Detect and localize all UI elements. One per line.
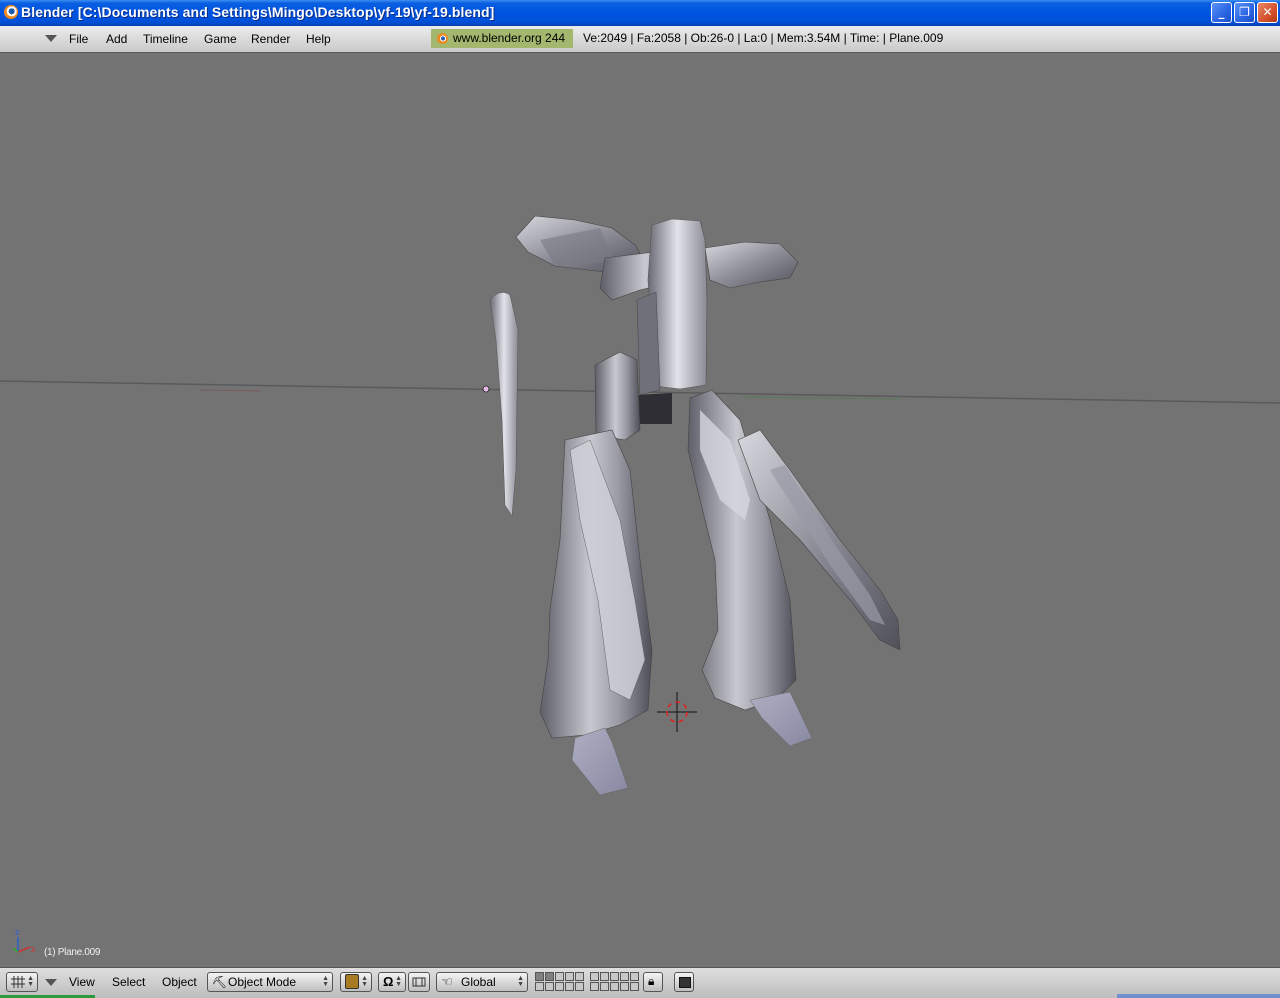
info-header: File Add Timeline Game Render Help www.b… (0, 26, 1280, 53)
restore-button[interactable]: ❐ (1234, 2, 1255, 23)
layer-13-button[interactable] (555, 982, 564, 991)
menu-timeline[interactable]: Timeline (143, 32, 188, 46)
header-collapse-icon[interactable] (45, 35, 57, 42)
layer-5-button[interactable] (575, 972, 584, 981)
layer-20-button[interactable] (630, 982, 639, 991)
header-collapse-icon-bottom[interactable] (45, 979, 57, 986)
object-mode-icon: ⛏ (212, 975, 228, 989)
axis-x-label: x (31, 944, 36, 954)
editor-type-selector[interactable]: ▲ ▼ (6, 972, 38, 992)
mode-selector[interactable]: ⛏ Object Mode ▲ ▼ (207, 972, 333, 992)
menu-game[interactable]: Game (204, 32, 237, 46)
website-label: www.blender.org 244 (453, 31, 566, 45)
layer-2-button[interactable] (545, 972, 554, 981)
layer-4-button[interactable] (565, 972, 574, 981)
window-titlebar: Blender [C:\Documents and Settings\Mingo… (0, 0, 1280, 26)
blender-logo-icon (437, 33, 448, 44)
layer-18-button[interactable] (610, 982, 619, 991)
render-preview-button[interactable] (674, 972, 694, 992)
layer-19-button[interactable] (620, 982, 629, 991)
layer-10-button[interactable] (630, 972, 639, 981)
floating-blade-mesh[interactable] (489, 292, 519, 517)
blender-website-badge[interactable]: www.blender.org 244 (431, 29, 573, 48)
draw-type-icon (345, 974, 359, 989)
layer-11-button[interactable] (535, 982, 544, 991)
menu-file[interactable]: File (69, 32, 88, 46)
layer-buttons-group-2[interactable] (590, 972, 640, 992)
scene-canvas[interactable]: z x (0, 53, 1280, 967)
layer-14-button[interactable] (565, 982, 574, 991)
restore-icon: ❐ (1239, 5, 1250, 19)
robot-mesh[interactable] (515, 215, 901, 796)
object-origin-point[interactable] (482, 385, 490, 393)
layer-buttons-group-1[interactable] (535, 972, 585, 992)
render-icon (679, 977, 691, 988)
menu-select[interactable]: Select (112, 975, 145, 989)
minimize-icon: _ (1218, 5, 1225, 19)
layer-3-button[interactable] (555, 972, 564, 981)
blender-app-icon (4, 5, 18, 19)
manipulator-icon (412, 977, 426, 987)
mode-label: Object Mode (228, 975, 297, 989)
menu-object[interactable]: Object (162, 975, 197, 989)
layer-6-button[interactable] (590, 972, 599, 981)
layer-16-button[interactable] (590, 982, 599, 991)
layer-8-button[interactable] (610, 972, 619, 981)
menu-render[interactable]: Render (251, 32, 290, 46)
layer-15-button[interactable] (575, 982, 584, 991)
active-object-label: (1) Plane.009 (44, 947, 101, 958)
viewport-grid-icon (11, 976, 25, 988)
menu-view[interactable]: View (69, 975, 95, 989)
layer-1-button[interactable] (535, 972, 544, 981)
pivot-icon: Ω (383, 974, 394, 989)
manipulator-toggle[interactable] (408, 972, 430, 992)
layer-17-button[interactable] (600, 982, 609, 991)
window-title: Blender [C:\Documents and Settings\Mingo… (21, 4, 495, 20)
lock-icon: 🔒︎ (648, 974, 655, 988)
layer-9-button[interactable] (620, 972, 629, 981)
hand-icon: ☜ (441, 974, 453, 989)
menu-help[interactable]: Help (306, 32, 331, 46)
3d-cursor-icon[interactable] (657, 692, 697, 732)
window-edge-strip (1117, 994, 1280, 998)
pivot-selector[interactable]: Ω ▲ ▼ (378, 972, 406, 992)
axis-z-label: z (15, 927, 20, 937)
layer-12-button[interactable] (545, 982, 554, 991)
draw-type-selector[interactable]: ▲ ▼ (340, 972, 372, 992)
close-button[interactable]: ✕ (1257, 2, 1278, 23)
3d-viewport[interactable]: z x (0, 53, 1280, 967)
close-icon: ✕ (1262, 5, 1273, 19)
transform-orientation-selector[interactable]: ☜ Global ▲ ▼ (436, 972, 528, 992)
layer-7-button[interactable] (600, 972, 609, 981)
menu-add[interactable]: Add (106, 32, 127, 46)
lock-layers-toggle[interactable]: 🔒︎ (643, 972, 663, 992)
orientation-label: Global (461, 975, 496, 989)
minimize-button[interactable]: _ (1211, 2, 1232, 23)
scene-stats: Ve:2049 | Fa:2058 | Ob:26-0 | La:0 | Mem… (583, 31, 944, 45)
axis-gizmo: z x (12, 927, 36, 954)
3d-view-header: ▲ ▼ View Select Object ⛏ Object Mode ▲ ▼ ▲… (0, 967, 1280, 998)
